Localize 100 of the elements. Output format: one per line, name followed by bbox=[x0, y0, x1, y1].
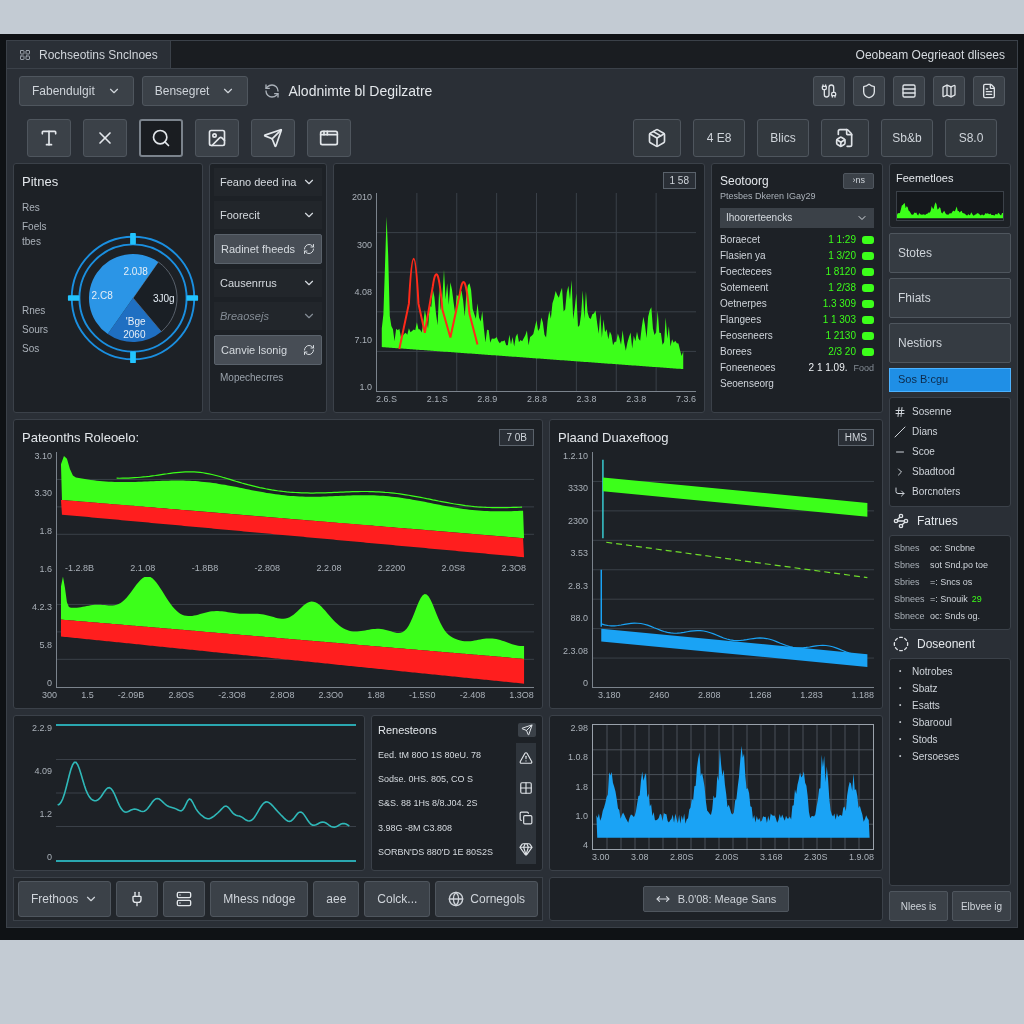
axis-label: -2.408 bbox=[459, 691, 486, 700]
dropdown[interactable]: Bensegret bbox=[141, 76, 249, 106]
axis-label: 1.8 bbox=[39, 527, 52, 537]
axis-label: 2.8.8 bbox=[526, 395, 547, 404]
row-value: 1.3 309 bbox=[822, 296, 856, 311]
toolbar-button[interactable] bbox=[853, 76, 885, 106]
axis-label: 2.1.08 bbox=[130, 564, 156, 574]
refresh-icon bbox=[303, 344, 315, 356]
warning-icon[interactable] bbox=[519, 750, 533, 765]
ring-icon bbox=[893, 635, 909, 652]
document-item[interactable]: Esatts bbox=[894, 696, 1006, 714]
row-label: Boraecet bbox=[720, 232, 762, 247]
feature-value: sot Snd.po toe bbox=[930, 558, 989, 572]
icon-button[interactable] bbox=[116, 881, 159, 917]
axis-label: 3.168 bbox=[759, 853, 783, 862]
row-value: 1 1 303 bbox=[822, 312, 856, 327]
action-button[interactable]: S8.0 bbox=[945, 119, 997, 157]
toolbar-button[interactable] bbox=[813, 76, 845, 106]
toolbar-button[interactable] bbox=[933, 76, 965, 106]
legend-label: Sos bbox=[22, 342, 41, 356]
icon-button[interactable] bbox=[163, 881, 206, 917]
toolbar-button[interactable] bbox=[893, 76, 925, 106]
axis-label: 2.3O8 bbox=[501, 564, 526, 574]
nav-item[interactable]: Borcnoters bbox=[894, 481, 1006, 502]
search-icon bbox=[151, 128, 171, 148]
nav-item[interactable]: Dians bbox=[894, 421, 1006, 442]
panel-action[interactable]: ›ns bbox=[843, 173, 874, 189]
status-indicator-icon bbox=[862, 235, 874, 244]
axis-label: 1.283 bbox=[800, 691, 823, 700]
nav-item[interactable]: Sosenne bbox=[894, 401, 1006, 422]
footer-button[interactable]: Nlees is bbox=[889, 891, 948, 921]
axis-label: 0 bbox=[583, 679, 588, 688]
toolbar-button[interactable] bbox=[973, 76, 1005, 106]
log-line: Sodse. 0HS. 805, CO S bbox=[378, 772, 475, 785]
tool-button[interactable] bbox=[195, 119, 239, 157]
copy-icon[interactable] bbox=[519, 811, 533, 826]
nav-item[interactable]: Sbadtood bbox=[894, 461, 1006, 482]
panel-title: Renesteons bbox=[378, 723, 437, 738]
tool-button[interactable] bbox=[139, 119, 183, 157]
side-button[interactable]: Stotes bbox=[889, 232, 1011, 273]
side-button[interactable]: Nestiors bbox=[889, 322, 1011, 363]
axis-label: 300 bbox=[356, 240, 372, 250]
paper-plane-icon[interactable] bbox=[518, 723, 536, 738]
action-button[interactable] bbox=[821, 119, 869, 157]
gem-icon[interactable] bbox=[519, 841, 533, 856]
action-button[interactable] bbox=[633, 119, 681, 157]
text-button[interactable]: Cornegols bbox=[435, 881, 539, 917]
filter-button[interactable]: Radinet fheeds bbox=[214, 234, 322, 264]
tool-button[interactable] bbox=[251, 119, 295, 157]
axis-label: 1.2 bbox=[39, 810, 52, 819]
text-icon bbox=[39, 128, 59, 148]
action-button[interactable]: Sb&b bbox=[881, 119, 933, 157]
text-button[interactable]: Colck... bbox=[364, 881, 431, 917]
status-chip[interactable]: B.0'08: Meage Sans bbox=[642, 886, 790, 912]
refresh-icon bbox=[303, 243, 315, 255]
axis-label: 3.53 bbox=[570, 549, 588, 558]
tool-button[interactable] bbox=[27, 119, 71, 157]
text-button[interactable]: aee bbox=[313, 881, 360, 917]
action-button[interactable]: Blics bbox=[757, 119, 809, 157]
row-label: Foneeneoes bbox=[720, 360, 777, 375]
document-item[interactable]: Sbarooul bbox=[894, 713, 1006, 731]
filter-dropdown[interactable]: Causenrrus bbox=[214, 269, 322, 297]
server-icon bbox=[176, 891, 193, 907]
window-tab[interactable]: Rochseotins Snclnoes bbox=[7, 41, 171, 68]
row-label: Foectecees bbox=[720, 264, 773, 279]
document-item[interactable]: Sbatz bbox=[894, 679, 1006, 697]
axis-label: 3.180 bbox=[598, 691, 621, 700]
axis-label: 1.88 bbox=[367, 691, 385, 700]
document-item[interactable]: Sersoeses bbox=[894, 747, 1006, 765]
app-icon bbox=[19, 48, 31, 61]
row-label: Feoseneers bbox=[720, 328, 774, 343]
filter-dropdown[interactable]: Feano deed ina bbox=[214, 168, 322, 196]
axis-label: 1.5 bbox=[81, 691, 94, 700]
filter-tab[interactable]: Sos B:cgu bbox=[889, 367, 1011, 392]
axis-label: 2.8O8 bbox=[269, 691, 295, 700]
log-line: S&S. 88 1Hs 8/8.J04. 2S bbox=[378, 797, 479, 810]
filter-dropdown[interactable]: Foorecit bbox=[214, 201, 322, 229]
axis-label: 2460 bbox=[649, 691, 670, 700]
grid-icon[interactable] bbox=[519, 781, 533, 796]
status-indicator-icon bbox=[862, 299, 874, 308]
document-item[interactable]: Stods bbox=[894, 730, 1006, 748]
row-value: 1 8120 bbox=[825, 264, 856, 279]
dropdown[interactable]: Fabendulgit bbox=[19, 76, 134, 106]
footer-button[interactable]: Elbvee ig bbox=[952, 891, 1011, 921]
filter-button[interactable]: Canvie lsonig bbox=[214, 335, 322, 365]
text-button[interactable]: Mhess ndoge bbox=[210, 881, 309, 917]
feature-label: Sbnes bbox=[894, 558, 921, 572]
log-line: 3.98G -8M C3.808 bbox=[378, 821, 454, 834]
box-icon bbox=[647, 128, 667, 148]
tool-button[interactable] bbox=[307, 119, 351, 157]
list-dropdown[interactable]: Ihoorerteencks bbox=[720, 207, 874, 228]
axis-label: -1.2.8B bbox=[65, 564, 95, 574]
axis-label: 0 bbox=[47, 853, 52, 862]
row-label: Flasien ya bbox=[720, 248, 767, 263]
slice-label: 3J0g bbox=[152, 291, 175, 306]
dropdown[interactable]: Frethoos bbox=[18, 881, 112, 917]
document-item[interactable]: Notrobes bbox=[894, 662, 1006, 680]
action-button[interactable]: 4 E8 bbox=[693, 119, 745, 157]
side-button[interactable]: Fhiats bbox=[889, 277, 1011, 318]
nav-item[interactable]: Scoe bbox=[894, 441, 1006, 462]
